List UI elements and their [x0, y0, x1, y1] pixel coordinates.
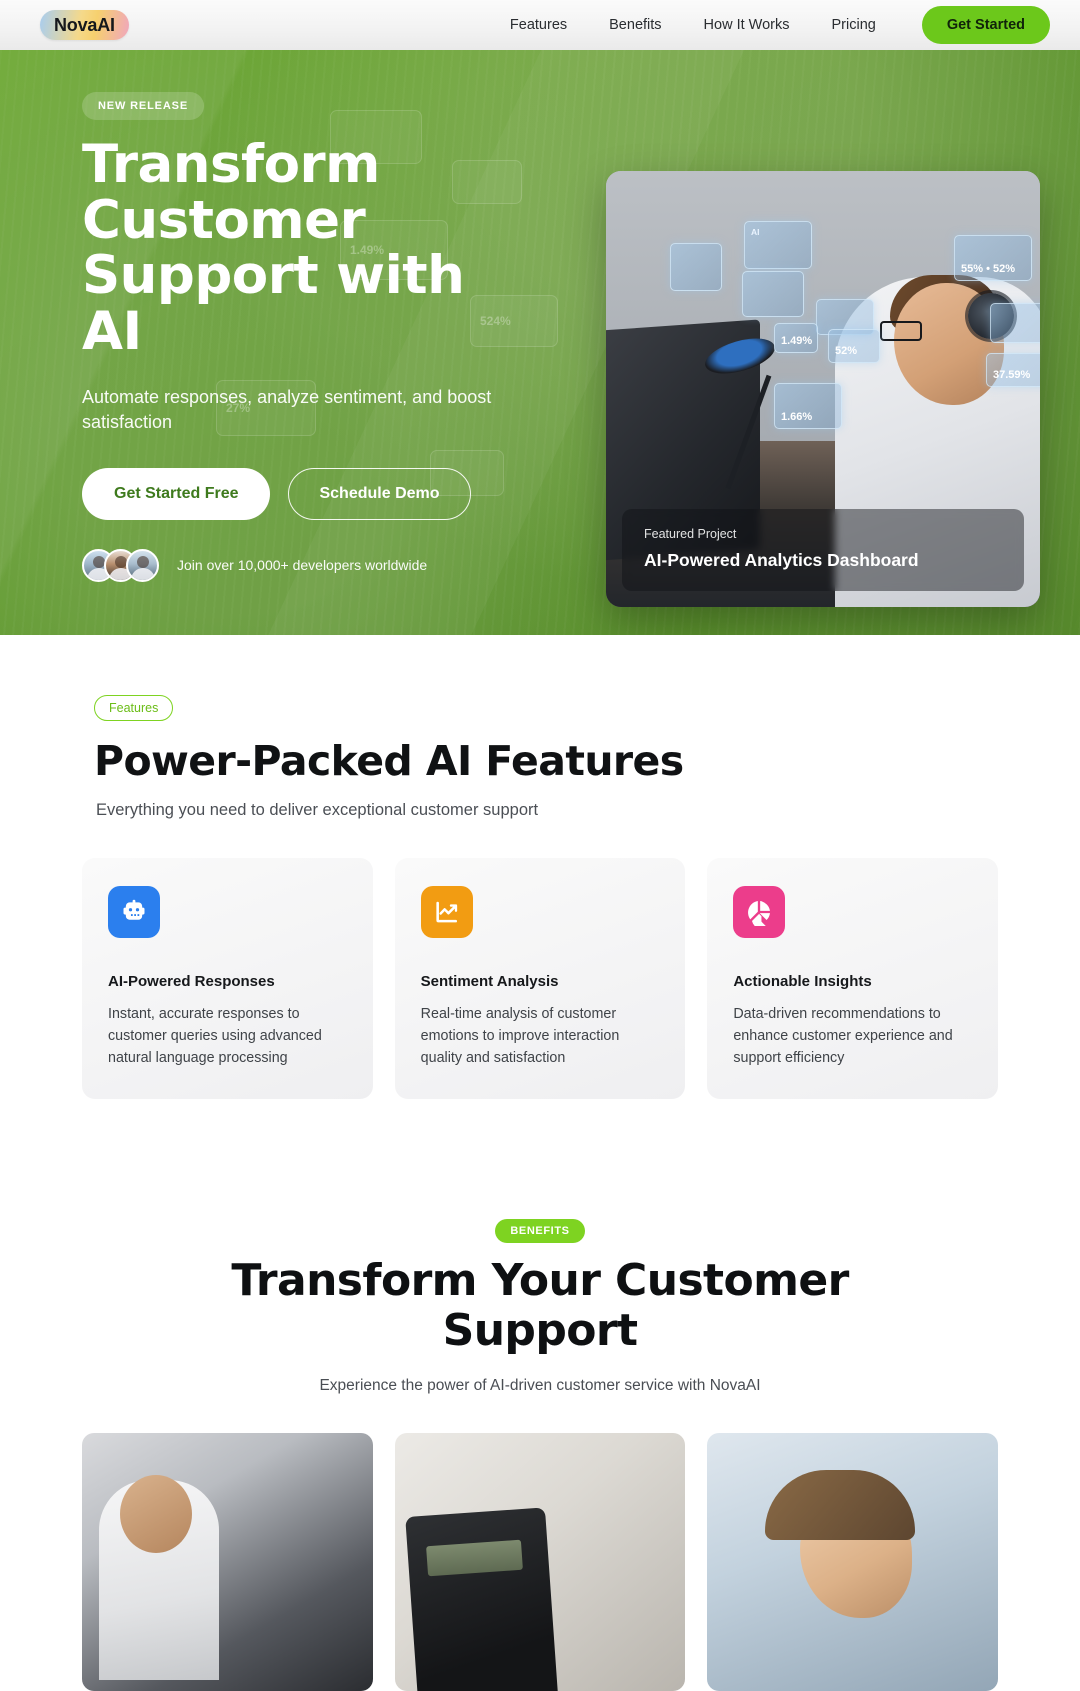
nav-link-features[interactable]: Features: [510, 17, 567, 33]
social-proof-text: Join over 10,000+ developers worldwide: [177, 557, 428, 574]
feature-card-description: Real-time analysis of customer emotions …: [420, 1006, 620, 1067]
pie-chart-icon: [733, 886, 786, 938]
schedule-demo-button[interactable]: Schedule Demo: [288, 467, 471, 520]
hud-bar-tile: [742, 271, 804, 317]
hud-chart-tile: [670, 243, 722, 291]
feature-card-description: Instant, accurate responses to customer …: [108, 1006, 322, 1067]
features-section: Features Power-Packed AI Features Everyt…: [0, 635, 1080, 1100]
feature-card-description: Data-driven recommendations to enhance c…: [733, 1006, 953, 1067]
benefits-subheading: Experience the power of AI-driven custom…: [319, 1377, 761, 1395]
robot-icon: [108, 886, 160, 938]
benefits-badge: BENEFITS: [495, 1219, 585, 1244]
gallery-image-calculator-documents[interactable]: [394, 1433, 686, 1691]
hud-ai-tile: AI: [744, 221, 812, 269]
hero-subheadline: Automate responses, analyze sentiment, a…: [82, 386, 492, 433]
hero-text-column: NEW RELEASE Transform Customer Support w…: [82, 50, 534, 607]
brand-logo[interactable]: NovaAI: [40, 10, 129, 40]
feature-card-ai-powered-responses[interactable]: AI-Powered Responses Instant, accurate r…: [82, 858, 373, 1100]
features-heading: Power-Packed AI Features: [94, 737, 684, 785]
featured-project-overlay: Featured Project AI-Powered Analytics Da…: [622, 509, 1024, 591]
feature-card-actionable-insights[interactable]: Actionable Insights Data-driven recommen…: [707, 858, 999, 1100]
hud-metric-tile: 1.49%: [774, 323, 818, 353]
hud-status-tile: 55% • 52%: [954, 235, 1032, 281]
feature-card-title: Actionable Insights: [733, 973, 872, 990]
chart-line-up-icon: [420, 886, 473, 938]
hero-headline: Transform Customer Support with AI: [82, 134, 465, 362]
benefits-gallery: [40, 1433, 1040, 1691]
get-started-free-button[interactable]: Get Started Free: [82, 467, 271, 520]
hero-cta-group: Get Started Free Schedule Demo: [82, 467, 534, 520]
hero-section: 1.49% 524% 27% 9% NEW RELEASE Transform …: [0, 50, 1080, 635]
hero-image-column: AI 1.49% 52% 1.66% 55% • 52% 37.59% Feat…: [534, 50, 1040, 607]
new-release-badge: NEW RELEASE: [82, 92, 205, 120]
feature-card-title: AI-Powered Responses: [108, 973, 275, 990]
get-started-button[interactable]: Get Started: [921, 6, 1050, 44]
features-subheading: Everything you need to deliver exception…: [96, 801, 539, 819]
nav-link-pricing[interactable]: Pricing: [832, 17, 876, 33]
featured-project-label: Featured Project: [644, 527, 737, 541]
main-nav-links: Features Benefits How It Works Pricing G…: [510, 6, 1050, 44]
features-badge: Features: [94, 695, 174, 721]
avatar: [126, 548, 159, 582]
social-proof: Join over 10,000+ developers worldwide: [82, 548, 534, 582]
avatar-group: [82, 548, 159, 582]
top-navigation-bar: NovaAI Features Benefits How It Works Pr…: [0, 0, 1080, 50]
gallery-image-call-center[interactable]: [82, 1433, 373, 1691]
nav-link-benefits[interactable]: Benefits: [609, 17, 661, 33]
hud-graph-tile: [990, 303, 1040, 343]
nav-link-how-it-works[interactable]: How It Works: [704, 17, 790, 33]
feature-card-sentiment-analysis[interactable]: Sentiment Analysis Real-time analysis of…: [394, 858, 686, 1100]
gallery-image-smiling-woman-phone[interactable]: [707, 1433, 999, 1691]
hud-metric-tile: 37.59%: [986, 353, 1040, 387]
featured-project-title: AI-Powered Analytics Dashboard: [644, 550, 919, 570]
feature-card-list: AI-Powered Responses Instant, accurate r…: [80, 858, 1000, 1100]
feature-card-title: Sentiment Analysis: [420, 973, 559, 990]
featured-project-card[interactable]: AI 1.49% 52% 1.66% 55% • 52% 37.59% Feat…: [606, 171, 1040, 607]
benefits-heading: Transform Your Customer Support: [231, 1255, 849, 1356]
benefits-section: BENEFITS Transform Your Customer Support…: [0, 1099, 1080, 1691]
hud-metric-tile: 1.66%: [774, 383, 842, 429]
hud-metric-tile: 52%: [828, 329, 880, 363]
